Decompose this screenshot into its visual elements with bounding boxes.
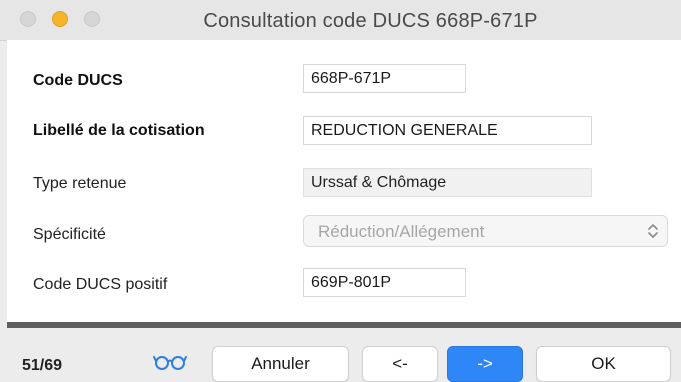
previous-button[interactable]: <- <box>362 346 438 382</box>
window-title: Consultation code DUCS 668P-671P <box>203 10 538 32</box>
close-window-button[interactable] <box>20 11 36 27</box>
code-ducs-label: Code DUCS <box>33 72 123 89</box>
ok-button[interactable]: OK <box>536 346 671 382</box>
libelle-label: Libellé de la cotisation <box>33 122 205 139</box>
specificite-value: Réduction/Allégement <box>318 222 485 241</box>
libelle-field[interactable]: REDUCTION GENERALE <box>303 116 592 145</box>
glasses-icon[interactable] <box>153 353 187 371</box>
minimize-window-button[interactable] <box>52 11 68 27</box>
code-positif-field[interactable]: 669P-801P <box>303 268 466 297</box>
chevron-updown-icon <box>648 224 658 238</box>
type-retenue-label: Type retenue <box>33 175 127 192</box>
code-positif-label: Code DUCS positif <box>33 276 168 293</box>
specificite-label: Spécificité <box>33 226 106 243</box>
cancel-button[interactable]: Annuler <box>212 346 349 382</box>
zoom-window-button[interactable] <box>84 11 100 27</box>
type-retenue-field: Urssaf & Chômage <box>303 168 592 197</box>
record-counter: 51/69 <box>22 357 63 374</box>
footer-separator <box>7 322 681 328</box>
code-ducs-field[interactable]: 668P-671P <box>303 64 466 93</box>
specificite-select[interactable]: Réduction/Allégement <box>303 215 668 247</box>
next-button[interactable]: -> <box>447 346 523 382</box>
title-bar[interactable]: Consultation code DUCS 668P-671P <box>0 0 681 41</box>
